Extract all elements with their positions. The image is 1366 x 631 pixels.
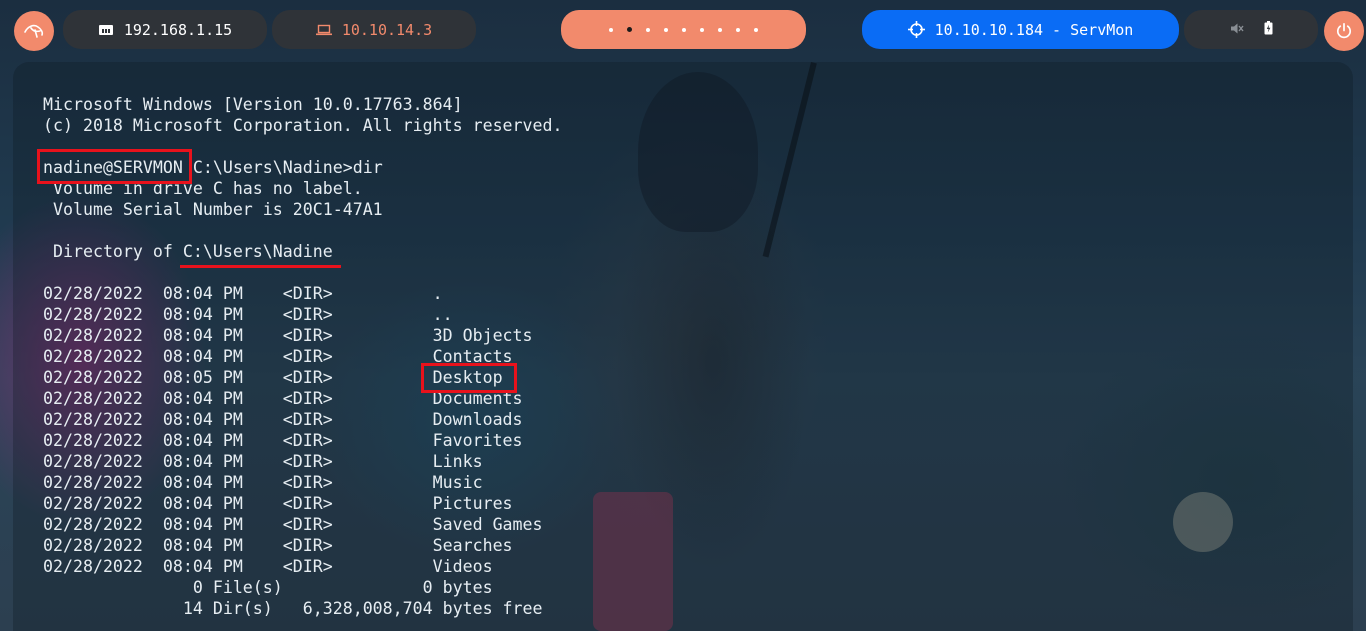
laptop-icon	[315, 24, 332, 36]
dir-entry: 02/28/2022 08:04 PM <DIR> Pictures	[43, 494, 513, 513]
dir-entry: 02/28/2022 08:04 PM <DIR> .	[43, 284, 443, 303]
dir-entry: 02/28/2022 08:04 PM <DIR> Videos	[43, 557, 493, 576]
file-summary: 0 File(s) 0 bytes	[43, 578, 493, 597]
top-bar: 192.168.1.15 10.10.14.3 10.10.10.184 - S…	[0, 0, 1366, 62]
dir-entry: 02/28/2022 08:04 PM <DIR> Links	[43, 452, 483, 471]
highlight-box-user	[37, 149, 192, 184]
target-pill[interactable]: 10.10.10.184 - ServMon	[862, 10, 1179, 49]
kali-dragon-icon[interactable]	[14, 11, 54, 51]
workspace-dot[interactable]	[700, 27, 704, 32]
workspace-switcher[interactable]	[561, 10, 806, 49]
volume-mute-icon[interactable]	[1230, 21, 1244, 39]
crosshair-icon	[907, 21, 925, 38]
directory-label: Directory of	[43, 242, 183, 261]
dir-entry: 02/28/2022 08:04 PM <DIR> ..	[43, 305, 453, 324]
workspace-dot[interactable]	[646, 27, 650, 32]
workspace-dot[interactable]	[754, 27, 758, 32]
local-ip-text: 192.168.1.15	[123, 20, 233, 39]
prompt-command: C:\Users\Nadine>dir	[182, 158, 383, 177]
directory-path: C:\Users\Nadine	[182, 242, 333, 261]
local-ip-pill[interactable]: 192.168.1.15	[63, 10, 267, 49]
wallpaper-emblem	[1173, 492, 1233, 552]
terminal-window[interactable]: Microsoft Windows [Version 10.0.17763.86…	[13, 62, 1353, 631]
power-icon[interactable]	[1324, 11, 1364, 51]
workspace-dot[interactable]	[609, 27, 613, 32]
workspace-dot[interactable]	[718, 27, 722, 32]
terminal-line: (c) 2018 Microsoft Corporation. All righ…	[43, 116, 563, 135]
workspace-dot[interactable]	[682, 27, 686, 32]
terminal-line: Volume Serial Number is 20C1-47A1	[43, 200, 383, 219]
ethernet-icon	[98, 23, 114, 37]
dir-entry: 02/28/2022 08:04 PM <DIR> 3D Objects	[43, 326, 533, 345]
vpn-ip-pill[interactable]: 10.10.14.3	[272, 10, 476, 49]
workspace-dot[interactable]	[664, 27, 668, 32]
dir-entry: 02/28/2022 08:04 PM <DIR> Favorites	[43, 431, 523, 450]
workspace-dot[interactable]	[627, 27, 632, 32]
wallpaper-hood	[638, 72, 758, 232]
dir-entry: 02/28/2022 08:04 PM <DIR> Downloads	[43, 410, 523, 429]
dir-summary: 14 Dir(s) 6,328,008,704 bytes free	[43, 599, 543, 618]
dir-entry: 02/28/2022 08:04 PM <DIR> Saved Games	[43, 515, 543, 534]
dir-entry: 02/28/2022 08:04 PM <DIR> Music	[43, 473, 483, 492]
battery-icon[interactable]	[1264, 20, 1273, 39]
highlight-underline-path	[180, 265, 341, 268]
dir-entry: 02/28/2022 08:04 PM <DIR> Searches	[43, 536, 513, 555]
terminal-line: Microsoft Windows [Version 10.0.17763.86…	[43, 95, 463, 114]
workspace-dot[interactable]	[736, 27, 740, 32]
directory-line: Directory of C:\Users\Nadine	[43, 241, 563, 262]
highlight-box-desktop	[421, 363, 517, 393]
wallpaper-legs	[593, 492, 673, 631]
system-tray	[1184, 10, 1318, 49]
target-text: 10.10.10.184 - ServMon	[934, 20, 1134, 39]
vpn-ip-text: 10.10.14.3	[341, 20, 433, 39]
